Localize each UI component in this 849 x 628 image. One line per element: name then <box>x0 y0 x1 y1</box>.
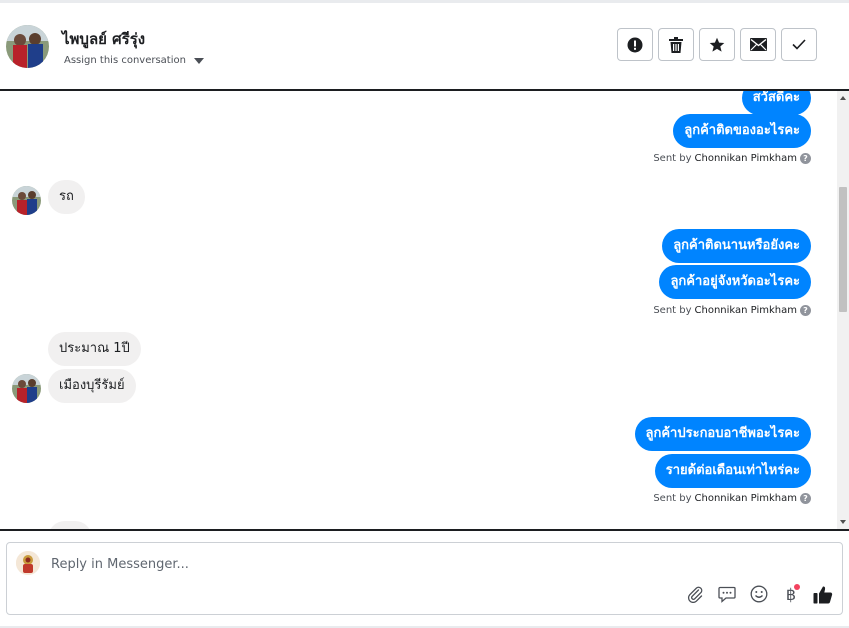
payment-button[interactable]: ฿ <box>780 583 802 605</box>
alert-icon <box>627 37 643 52</box>
header-actions <box>617 28 817 61</box>
caret-down-icon <box>193 57 204 64</box>
conversation-header: ไพบูลย์ ศรีรุ่ง Assign this conversation <box>0 3 849 91</box>
sent-by-prefix: Sent by <box>653 153 692 164</box>
sent-by-author[interactable]: Chonnikan Pimkham <box>695 305 797 316</box>
help-icon[interactable]: ? <box>800 493 811 504</box>
like-button[interactable] <box>812 583 834 605</box>
sent-by-author[interactable]: Chonnikan Pimkham <box>695 493 797 504</box>
sent-by-prefix: Sent by <box>653 305 692 316</box>
reply-composer[interactable]: Reply in Messenger... ฿ <box>6 542 843 615</box>
envelope-icon <box>749 38 767 51</box>
assign-conversation-dropdown[interactable]: Assign this conversation <box>64 55 204 66</box>
scrollbar-thumb[interactable] <box>839 187 847 312</box>
help-icon[interactable]: ? <box>800 305 811 316</box>
thread-divider <box>0 529 849 531</box>
mark-spam-button[interactable] <box>617 28 653 61</box>
reply-input[interactable]: Reply in Messenger... <box>51 557 189 572</box>
outgoing-message: ลูกค้าอยู่จังหวัดอะไรคะ <box>659 265 811 299</box>
incoming-message: รถ <box>48 180 85 214</box>
thumbs-up-icon <box>813 585 833 603</box>
outgoing-message: ลูกค้าติดนานหรือยังคะ <box>662 229 811 263</box>
trash-icon <box>669 36 683 53</box>
check-icon <box>792 39 806 50</box>
mark-done-button[interactable] <box>781 28 817 61</box>
thread-scrollbar[interactable] <box>837 91 849 529</box>
sent-by-prefix: Sent by <box>653 493 692 504</box>
scroll-down-arrow-icon[interactable] <box>840 520 846 524</box>
outgoing-message: ลูกค้าติดของอะไรคะ <box>673 114 811 148</box>
mark-unread-button[interactable] <box>740 28 776 61</box>
sent-by-label: Sent by Chonnikan Pimkham ? <box>653 153 811 164</box>
contact-avatar-small <box>12 186 41 215</box>
incoming-message-partial <box>48 521 92 529</box>
paperclip-icon <box>687 586 703 603</box>
assign-label: Assign this conversation <box>64 55 186 66</box>
message-thread[interactable]: สวัสดีคะ ลูกค้าติดของอะไรคะ Sent by Chon… <box>0 91 849 529</box>
incoming-message: เมืองบุรีรัมย์ <box>48 369 136 403</box>
outgoing-message: สวัสดีคะ <box>741 91 811 115</box>
sent-by-label: Sent by Chonnikan Pimkham ? <box>653 305 811 316</box>
sent-by-label: Sent by Chonnikan Pimkham ? <box>653 493 811 504</box>
notification-dot <box>794 584 800 590</box>
outgoing-message: ลูกค้าประกอบอาชีพอะไรคะ <box>634 417 811 451</box>
help-icon[interactable]: ? <box>800 153 811 164</box>
saved-replies-button[interactable] <box>716 583 738 605</box>
composer-tools: ฿ <box>684 583 834 605</box>
incoming-message: ประมาณ 1ปี <box>48 332 141 366</box>
sent-by-author[interactable]: Chonnikan Pimkham <box>695 153 797 164</box>
contact-avatar-small <box>12 374 41 403</box>
contact-name: ไพบูลย์ ศรีรุ่ง <box>62 30 146 48</box>
contact-avatar[interactable] <box>6 25 49 68</box>
scroll-up-arrow-icon[interactable] <box>840 96 846 100</box>
outgoing-message: รายด้ต่อเดือนเท่าไหร่คะ <box>654 454 811 488</box>
star-icon <box>709 37 725 52</box>
emoji-icon <box>750 585 768 603</box>
delete-button[interactable] <box>658 28 694 61</box>
page-avatar <box>16 551 40 575</box>
emoji-button[interactable] <box>748 583 770 605</box>
saved-reply-icon <box>718 586 736 603</box>
star-button[interactable] <box>699 28 735 61</box>
attach-button[interactable] <box>684 583 706 605</box>
